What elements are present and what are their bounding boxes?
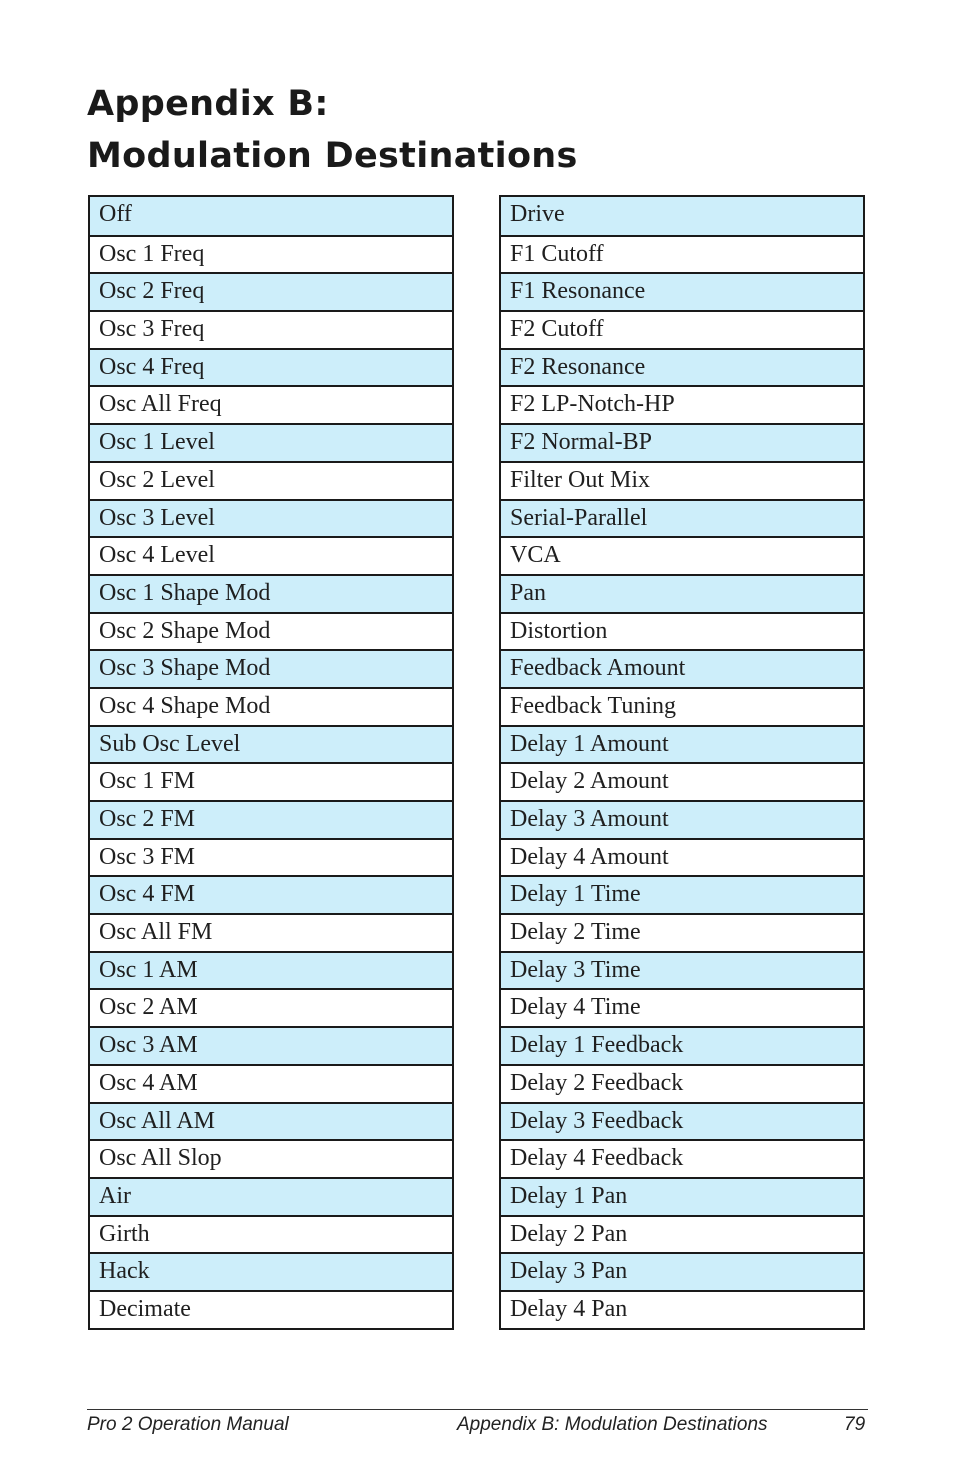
table-row: Air	[90, 1176, 452, 1215]
table-row: F1 Resonance	[501, 272, 863, 311]
table-row: Delay 2 Time	[501, 913, 863, 951]
table-row: Girth	[90, 1214, 452, 1253]
destinations-table-right: Drive F1 Cutoff F1 Resonance F2 Cutoff F2 Re…	[499, 195, 865, 1330]
table-row: Filter Out Mix	[501, 460, 863, 499]
table-row: Delay 4 Pan	[501, 1289, 863, 1328]
table-row: Delay 1 Time	[501, 875, 863, 914]
table-row: Delay 1 Feedback	[501, 1026, 863, 1064]
table-row: Delay 3 Pan	[501, 1252, 863, 1290]
table-row: Serial-Parallel	[501, 498, 863, 537]
table-row: Osc 1 FM	[90, 762, 452, 800]
table-row: Pan	[501, 573, 863, 612]
table-row: Osc All Freq	[90, 385, 452, 423]
table-row: Delay 3 Time	[501, 950, 863, 989]
table-row: Feedback Amount	[501, 649, 863, 687]
table-row: F2 Normal-BP	[501, 423, 863, 461]
page-title: Appendix B: Modulation Destinations	[87, 78, 578, 182]
table-row: Delay 1 Pan	[501, 1176, 863, 1215]
table-row: Osc 4 Shape Mod	[90, 686, 452, 725]
footer-divider	[87, 1409, 868, 1410]
table-row: Osc 4 FM	[90, 875, 452, 914]
table-row: Osc All Slop	[90, 1139, 452, 1177]
table-row: Delay 3 Feedback	[501, 1101, 863, 1140]
table-row: Osc 3 Freq	[90, 310, 452, 348]
title-line-2: Modulation Destinations	[87, 136, 578, 176]
table-row: F2 Resonance	[501, 347, 863, 386]
table-row: F1 Cutoff	[501, 234, 863, 273]
table-row: Osc 3 FM	[90, 837, 452, 876]
destinations-table-left: Off Osc 1 Freq Osc 2 Freq Osc 3 Freq Osc 4 F…	[88, 195, 454, 1330]
table-row: Osc 1 Freq	[90, 234, 452, 273]
table-row: Osc 1 Level	[90, 423, 452, 461]
table-row: Osc 2 AM	[90, 988, 452, 1026]
table-row: Osc 2 Freq	[90, 272, 452, 311]
table-row: Delay 3 Amount	[501, 800, 863, 838]
table-row: Osc 2 FM	[90, 800, 452, 838]
table-row: Osc 3 Shape Mod	[90, 649, 452, 687]
table-row: Delay 2 Feedback	[501, 1063, 863, 1102]
page-number: 79	[844, 1414, 866, 1435]
table-row: Osc 4 AM	[90, 1063, 452, 1102]
table-row: Osc 1 AM	[90, 950, 452, 989]
table-row: VCA	[501, 536, 863, 574]
table-row: Off	[90, 197, 452, 235]
table-row: Drive	[501, 197, 863, 235]
table-row: Osc 2 Shape Mod	[90, 611, 452, 650]
table-row: Decimate	[90, 1289, 452, 1328]
table-row: F2 LP-Notch-HP	[501, 385, 863, 423]
table-row: Distortion	[501, 611, 863, 650]
footer-section-title: Appendix B: Modulation Destinations	[457, 1414, 768, 1435]
table-row: Osc All AM	[90, 1101, 452, 1140]
table-row: Delay 2 Pan	[501, 1214, 863, 1253]
table-row: Delay 2 Amount	[501, 762, 863, 800]
table-row: Delay 4 Time	[501, 988, 863, 1026]
footer-manual-title: Pro 2 Operation Manual	[87, 1414, 289, 1435]
table-row: Osc 4 Freq	[90, 347, 452, 386]
table-row: Osc 3 AM	[90, 1026, 452, 1064]
table-row: Osc 4 Level	[90, 536, 452, 574]
table-row: Delay 4 Amount	[501, 837, 863, 876]
table-row: Hack	[90, 1252, 452, 1290]
table-row: Delay 1 Amount	[501, 724, 863, 763]
table-row: Osc 2 Level	[90, 460, 452, 499]
title-line-1: Appendix B:	[87, 84, 329, 124]
table-row: Delay 4 Feedback	[501, 1139, 863, 1177]
table-row: Osc All FM	[90, 913, 452, 951]
table-row: Sub Osc Level	[90, 724, 452, 763]
table-row: Feedback Tuning	[501, 686, 863, 725]
table-row: Osc 1 Shape Mod	[90, 573, 452, 612]
table-row: F2 Cutoff	[501, 310, 863, 348]
table-row: Osc 3 Level	[90, 498, 452, 537]
